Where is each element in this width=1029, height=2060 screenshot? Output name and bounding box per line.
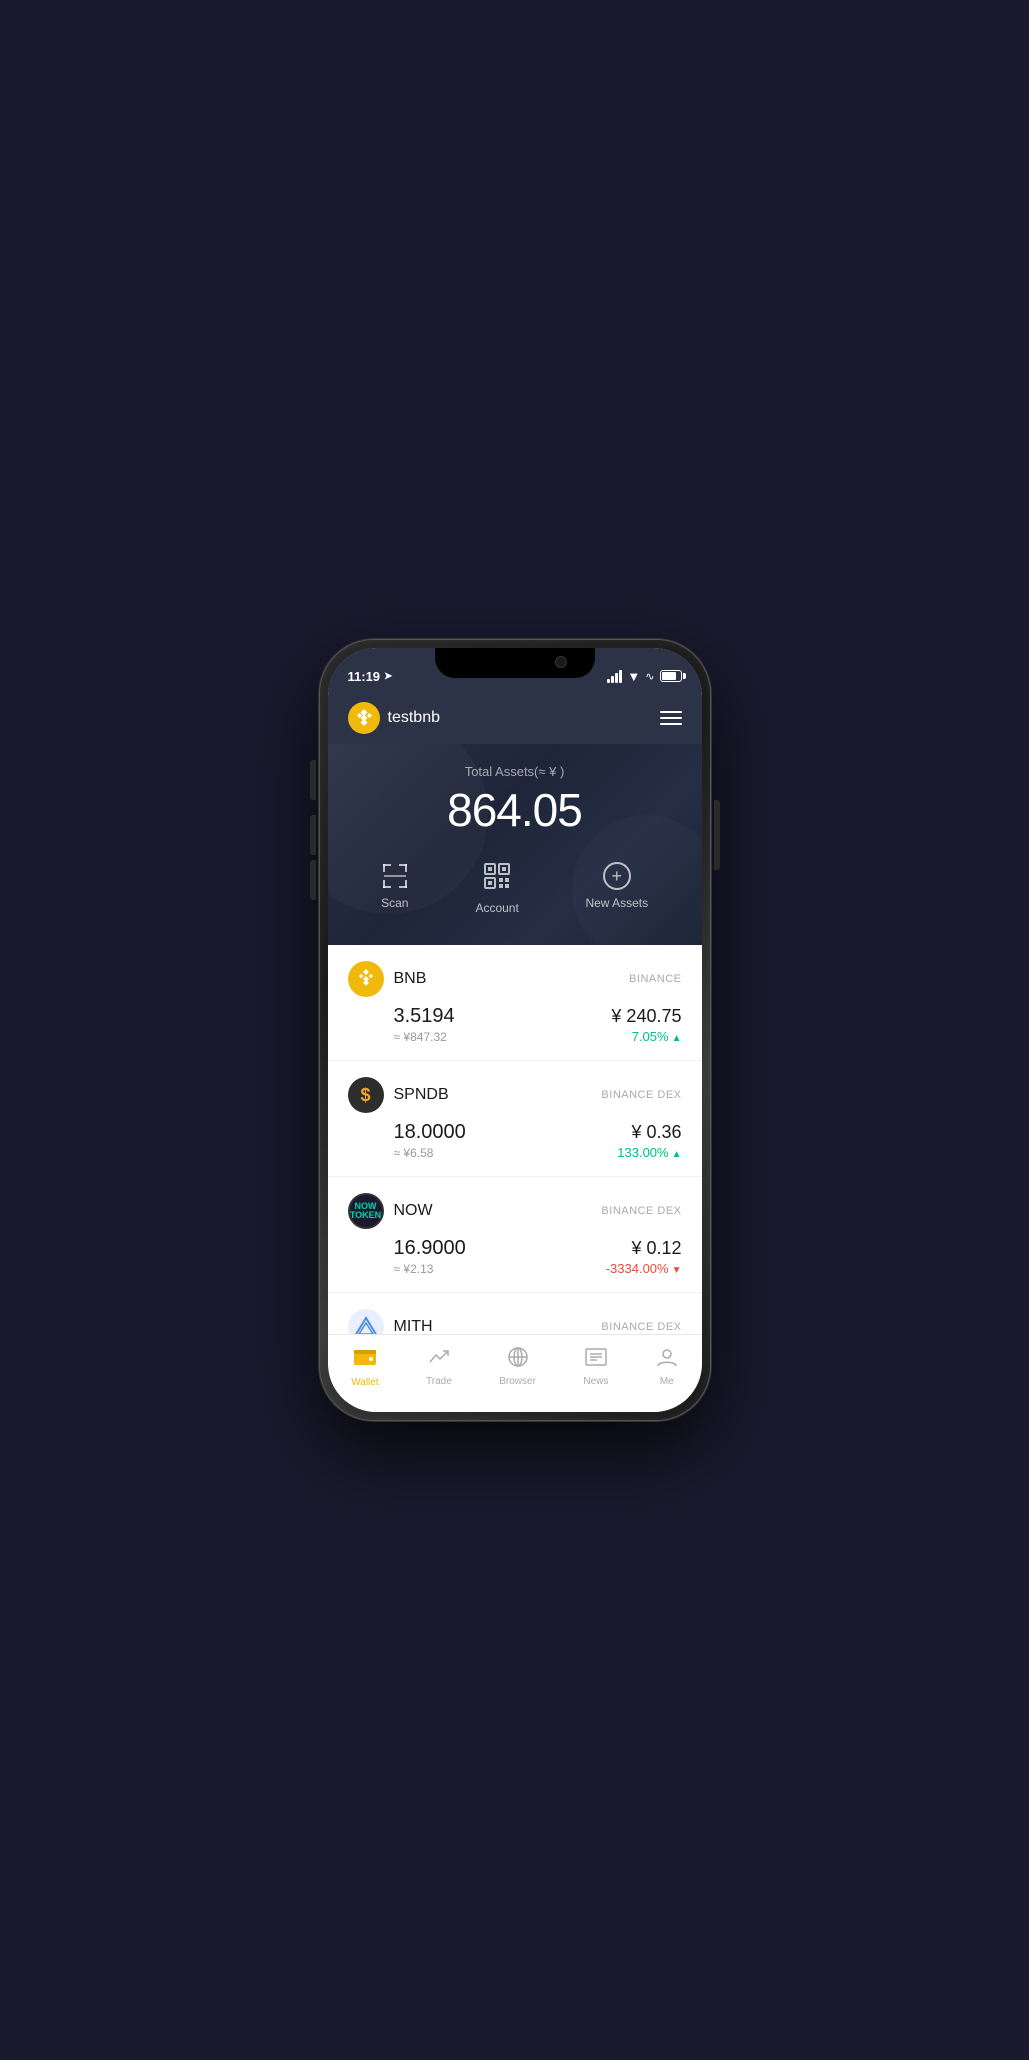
account-name: testbnb <box>388 709 440 727</box>
browser-icon <box>507 1347 529 1372</box>
battery-icon <box>660 670 682 682</box>
now-change-arrow <box>672 1261 682 1276</box>
mith-asset-icon <box>348 1309 384 1334</box>
scan-icon <box>381 862 409 890</box>
wallet-label: Wallet <box>351 1377 378 1388</box>
new-assets-label: New Assets <box>585 896 648 910</box>
asset-item-mith[interactable]: MITH BINANCE DEX 22.8900 ≈ ¥8.02 ¥ 0.35 … <box>328 1293 702 1334</box>
bnb-fiat: ≈ ¥847.32 <box>394 1030 455 1044</box>
me-icon <box>656 1347 678 1372</box>
now-asset-icon: NOWTOKEN <box>348 1193 384 1229</box>
nav-news[interactable]: News <box>567 1343 624 1392</box>
status-icons: ▼ ∿ <box>607 669 681 684</box>
spndb-asset-icon: $ <box>348 1077 384 1113</box>
plus-circle-icon: + <box>603 862 631 890</box>
bnb-balance: 3.5194 <box>394 1005 455 1028</box>
total-label: Total Assets(≈ ¥ ) <box>348 764 682 779</box>
spndb-source: BINANCE DEX <box>601 1089 681 1101</box>
total-amount: 864.05 <box>348 783 682 837</box>
screen: 11:19 ➤ ▼ ∿ <box>328 648 702 1412</box>
bnb-logo-icon <box>348 702 380 734</box>
account-label: Account <box>475 901 518 915</box>
camera <box>555 656 567 668</box>
assets-list: BNB Binance 3.5194 ≈ ¥847.32 ¥ 240.75 7.… <box>328 945 702 1334</box>
wifi-icon: ▼ <box>627 669 640 684</box>
scan-label: Scan <box>381 896 408 910</box>
browser-label: Browser <box>499 1376 536 1387</box>
asset-item-now[interactable]: NOWTOKEN NOW BINANCE DEX 16.9000 ≈ ¥2.13… <box>328 1177 702 1293</box>
menu-icon[interactable] <box>660 711 682 725</box>
notch <box>435 648 595 678</box>
mith-source: BINANCE DEX <box>601 1321 681 1333</box>
action-buttons: Scan <box>348 857 682 920</box>
spndb-balance: 18.0000 <box>394 1121 466 1144</box>
hero-section: Total Assets(≈ ¥ ) 864.05 <box>328 744 702 945</box>
qr-icon <box>483 862 511 895</box>
location-icon: ➤ <box>384 671 392 682</box>
now-price: ¥ 0.12 <box>606 1238 682 1259</box>
bnb-name: BNB <box>394 970 427 988</box>
now-balance: 16.9000 <box>394 1237 466 1260</box>
bottom-nav: Wallet Trade <box>328 1334 702 1412</box>
bnb-change: 7.05% <box>611 1029 681 1044</box>
now-name: NOW <box>394 1202 433 1220</box>
nav-me[interactable]: Me <box>640 1343 694 1392</box>
now-source: BINANCE DEX <box>601 1205 681 1217</box>
me-label: Me <box>660 1376 674 1387</box>
wallet-icon <box>354 1347 376 1373</box>
status-time: 11:19 ➤ <box>348 669 393 684</box>
news-icon <box>585 1347 607 1372</box>
header-left: testbnb <box>348 702 440 734</box>
trade-label: Trade <box>426 1376 452 1387</box>
signal-icon <box>607 670 622 683</box>
mith-name: MITH <box>394 1318 433 1334</box>
scan-button[interactable]: Scan <box>381 862 409 915</box>
spndb-change: 133.00% <box>617 1145 681 1160</box>
account-button[interactable]: Account <box>475 862 518 915</box>
bnb-source: Binance <box>629 973 681 985</box>
now-change: -3334.00% <box>606 1261 682 1276</box>
now-fiat: ≈ ¥2.13 <box>394 1262 466 1276</box>
app-header: testbnb <box>328 692 702 744</box>
nav-trade[interactable]: Trade <box>410 1343 468 1392</box>
bnb-price: ¥ 240.75 <box>611 1006 681 1027</box>
bnb-asset-icon <box>348 961 384 997</box>
news-label: News <box>583 1376 608 1387</box>
spndb-name: SPNDB <box>394 1086 449 1104</box>
spndb-price: ¥ 0.36 <box>617 1122 681 1143</box>
nav-browser[interactable]: Browser <box>483 1343 552 1392</box>
trade-icon <box>428 1347 450 1372</box>
spndb-fiat: ≈ ¥6.58 <box>394 1146 466 1160</box>
nav-wallet[interactable]: Wallet <box>335 1343 394 1392</box>
phone-frame: 11:19 ➤ ▼ ∿ <box>320 640 710 1420</box>
wifi-symbol: ∿ <box>645 670 654 683</box>
bnb-change-arrow <box>672 1029 682 1044</box>
asset-item-spndb[interactable]: $ SPNDB BINANCE DEX 18.0000 ≈ ¥6.58 ¥ 0.… <box>328 1061 702 1177</box>
new-assets-button[interactable]: + New Assets <box>585 862 648 915</box>
spndb-change-arrow <box>672 1145 682 1160</box>
asset-item-bnb[interactable]: BNB Binance 3.5194 ≈ ¥847.32 ¥ 240.75 7.… <box>328 945 702 1061</box>
